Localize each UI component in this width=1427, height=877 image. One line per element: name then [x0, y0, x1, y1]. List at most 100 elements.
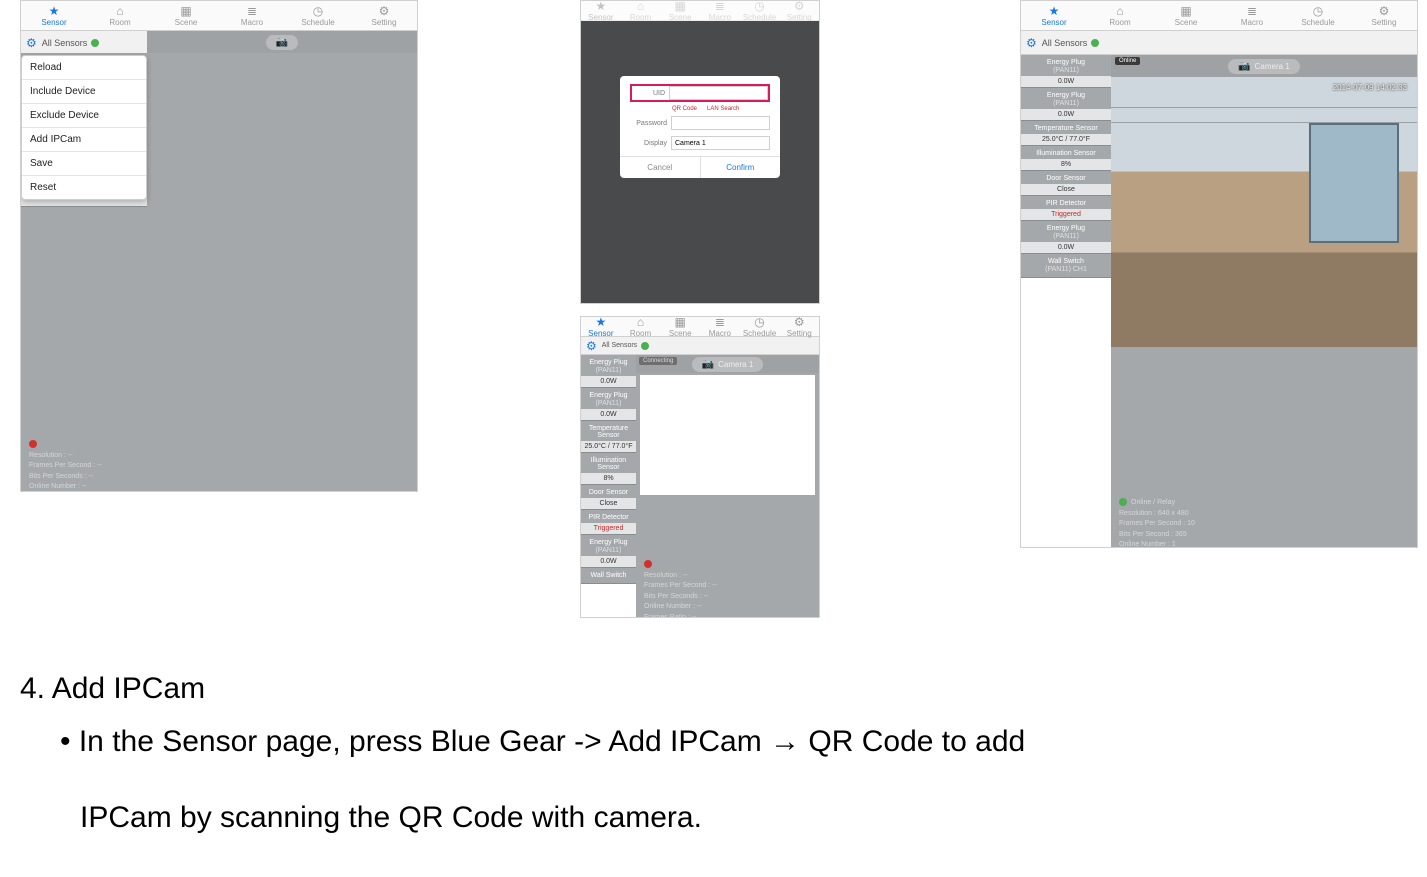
tab-setting[interactable]: ⚙Setting — [351, 1, 417, 30]
app-tabs: ★Sensor⌂Room▦Scene≣Macro◷Schedule⚙Settin… — [21, 1, 417, 31]
schedule-icon: ◷ — [754, 0, 764, 12]
uid-input[interactable] — [669, 86, 768, 100]
info-line: Resolution : -- — [29, 451, 102, 462]
sensor-item[interactable]: Energy Plug(PAN11)0.0W — [1021, 221, 1111, 254]
display-label: Display — [630, 140, 667, 147]
gear-icon[interactable]: ⚙ — [586, 339, 597, 353]
scene-icon: ▦ — [180, 5, 191, 17]
gear-menu: ReloadInclude DeviceExclude DeviceAdd IP… — [21, 55, 147, 200]
sensor-item[interactable]: Wall Switch(PAN11) CH1 — [1021, 254, 1111, 278]
confirm-button[interactable]: Confirm — [701, 157, 781, 178]
password-label: Password — [630, 120, 667, 127]
gear-icon[interactable]: ⚙ — [26, 36, 37, 50]
sensor-side-list: Energy Plug(PAN11)0.0WEnergy Plug(PAN11)… — [581, 355, 636, 584]
camera-info: Resolution : --Frames Per Second : --Bit… — [29, 440, 102, 492]
sensor-item[interactable]: Temperature Sensor25.0°C / 77.0°F — [1021, 121, 1111, 146]
connecting-badge: Connecting — [639, 357, 677, 365]
tab-macro[interactable]: ≣Macro — [700, 1, 740, 20]
dialog-buttons: Cancel Confirm — [620, 156, 780, 178]
sensor-item[interactable]: PIR DetectorTriggered — [581, 510, 636, 535]
menu-item-save[interactable]: Save — [22, 152, 146, 176]
tab-scene[interactable]: ▦Scene — [1153, 1, 1219, 30]
scene-icon: ▦ — [1180, 5, 1191, 17]
camera-title: Camera 1 — [1255, 62, 1290, 71]
sensor-item[interactable]: Wall Switch — [581, 568, 636, 584]
info-line: Resolution : -- — [644, 571, 717, 582]
info-line: Online Number : -- — [29, 482, 102, 492]
tab-schedule[interactable]: ◷Schedule — [285, 1, 351, 30]
display-input[interactable] — [671, 136, 770, 150]
document-text: 4. Add IPCam In the Sensor page, press B… — [20, 666, 1400, 872]
sensor-item[interactable]: Door SensorClose — [1021, 171, 1111, 196]
sensor-item[interactable]: Energy Plug(PAN11)0.0W — [1021, 55, 1111, 88]
cancel-button[interactable]: Cancel — [620, 157, 701, 178]
sensor-icon: ★ — [49, 5, 60, 17]
info-line: Frames Ratio : -- — [644, 613, 717, 619]
gear-icon[interactable]: ⚙ — [1026, 36, 1037, 50]
status-line: Online / Relay — [1119, 498, 1195, 509]
all-sensors-label: All Sensors — [42, 38, 88, 48]
all-sensors-bar: ⚙ All Sensors — [581, 337, 819, 355]
step-heading: 4. Add IPCam — [20, 666, 1400, 713]
tab-macro[interactable]: ≣Macro — [219, 1, 285, 30]
tab-macro[interactable]: ≣Macro — [700, 317, 740, 336]
bullet-line-1: In the Sensor page, press Blue Gear -> A… — [60, 719, 1400, 766]
sensor-item[interactable]: Illumination Sensor8% — [581, 453, 636, 485]
camera-icon: 📷 — [1238, 61, 1250, 72]
password-row: Password — [630, 116, 770, 130]
camera-icon: 📷 — [276, 37, 288, 48]
uid-label: UID — [632, 90, 665, 97]
scene-icon: ▦ — [675, 0, 686, 12]
tab-sensor[interactable]: ★Sensor — [1021, 1, 1087, 30]
tab-schedule[interactable]: ◷Schedule — [740, 317, 780, 336]
info-line: Resolution : 640 x 480 — [1119, 509, 1195, 520]
sensor-item[interactable]: Temperature Sensor25.0°C / 77.0°F — [581, 421, 636, 453]
all-sensors-label: All Sensors — [602, 342, 637, 349]
camera-feed: 2014-07-09 14:02:33 — [1111, 77, 1417, 347]
sensor-icon: ★ — [595, 316, 606, 328]
tab-scene[interactable]: ▦Scene — [660, 317, 700, 336]
tab-room[interactable]: ⌂Room — [1087, 1, 1153, 30]
tab-setting[interactable]: ⚙Setting — [779, 317, 819, 336]
tab-room[interactable]: ⌂Room — [621, 1, 661, 20]
qr-code-link[interactable]: QR Code — [672, 106, 697, 112]
sensor-item[interactable]: Energy Plug(PAN11)0.0W — [581, 535, 636, 568]
sensor-item[interactable]: Energy Plug(PAN11)0.0W — [581, 388, 636, 421]
macro-icon: ≣ — [715, 316, 725, 328]
sensor-side-list: Energy Plug(PAN11)0.0WEnergy Plug(PAN11)… — [1021, 55, 1111, 278]
tab-setting[interactable]: ⚙Setting — [779, 1, 819, 20]
info-line: Online Number : -- — [644, 602, 717, 613]
lan-search-link[interactable]: LAN Search — [707, 106, 739, 112]
tab-sensor[interactable]: ★Sensor — [21, 1, 87, 30]
menu-item-exclude-device[interactable]: Exclude Device — [22, 104, 146, 128]
info-line: Online Number : 1 — [1119, 540, 1195, 548]
password-input[interactable] — [671, 116, 770, 130]
menu-item-reload[interactable]: Reload — [22, 56, 146, 80]
tab-sensor[interactable]: ★Sensor — [581, 317, 621, 336]
sensor-item[interactable]: Energy Plug(PAN11)0.0W — [1021, 88, 1111, 121]
menu-item-include-device[interactable]: Include Device — [22, 80, 146, 104]
info-line: Bits Per Seconds : -- — [29, 472, 102, 483]
tab-schedule[interactable]: ◷Schedule — [740, 1, 780, 20]
tab-macro[interactable]: ≣Macro — [1219, 1, 1285, 30]
schedule-icon: ◷ — [754, 316, 764, 328]
sensor-item[interactable]: PIR DetectorTriggered — [1021, 196, 1111, 221]
tab-scene[interactable]: ▦Scene — [660, 1, 700, 20]
menu-item-add-ipcam[interactable]: Add IPCam — [22, 128, 146, 152]
info-line: Frames Per Second : 10 — [1119, 519, 1195, 530]
status-line — [29, 440, 102, 451]
tab-room[interactable]: ⌂Room — [621, 317, 661, 336]
tab-setting[interactable]: ⚙Setting — [1351, 1, 1417, 30]
room-icon: ⌂ — [116, 5, 123, 17]
tab-schedule[interactable]: ◷Schedule — [1285, 1, 1351, 30]
tab-sensor[interactable]: ★Sensor — [581, 1, 621, 20]
info-line: Frames Per Second : -- — [644, 581, 717, 592]
sensor-item[interactable]: Door SensorClose — [581, 485, 636, 510]
sensor-item[interactable]: Energy Plug(PAN11)0.0W — [581, 355, 636, 388]
feed-timestamp: 2014-07-09 14:02:33 — [1333, 83, 1407, 92]
sensor-item[interactable]: Illumination Sensor8% — [1021, 146, 1111, 171]
menu-item-reset[interactable]: Reset — [22, 176, 146, 199]
tab-room[interactable]: ⌂Room — [87, 1, 153, 30]
screenshot-add-ipcam-modal: ★Sensor⌂Room▦Scene≣Macro◷Schedule⚙Settin… — [580, 0, 820, 304]
tab-scene[interactable]: ▦Scene — [153, 1, 219, 30]
